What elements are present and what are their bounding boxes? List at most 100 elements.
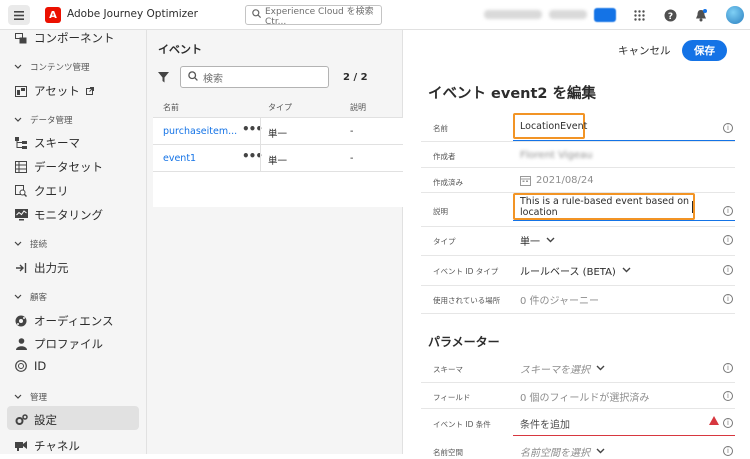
sidebar-item-settings[interactable]: 設定: [14, 412, 57, 428]
sidebar-section-customer[interactable]: 顧客: [14, 291, 47, 303]
info-icon[interactable]: i: [723, 446, 733, 456]
event-id-type-dropdown[interactable]: ルールベース (BETA): [520, 263, 631, 278]
events-search-input[interactable]: 検索: [180, 66, 329, 88]
type-label: タイプ: [433, 237, 456, 246]
event-type: 単一: [268, 156, 288, 167]
column-header-type[interactable]: タイプ: [268, 102, 292, 113]
cancel-button[interactable]: キャンセル: [618, 43, 671, 58]
global-search-placeholder: Experience Cloud を検索 Ctr...: [265, 6, 374, 27]
more-actions-icon[interactable]: •••: [242, 122, 263, 136]
schema-label: スキーマ: [433, 365, 463, 374]
text-cursor: [692, 200, 693, 213]
chevron-down-icon: [14, 62, 22, 72]
sidebar-item-datasets[interactable]: データセット: [14, 159, 103, 175]
sidebar-item-label: チャネル: [34, 439, 80, 453]
schema-dropdown[interactable]: スキーマを選択: [520, 361, 605, 376]
search-icon: [188, 70, 198, 84]
namespace-value: 名前空間を選択: [520, 448, 590, 459]
field-label: フィールド: [433, 393, 471, 402]
more-actions-icon[interactable]: •••: [242, 149, 263, 163]
namespace-dropdown[interactable]: 名前空間を選択: [520, 444, 605, 459]
add-condition-field[interactable]: 条件を追加: [520, 416, 570, 431]
help-icon[interactable]: ?: [663, 8, 677, 22]
save-button[interactable]: 保存: [682, 40, 727, 61]
author-value: Florent Vigeau: [520, 150, 593, 161]
notification-bell-icon[interactable]: [694, 8, 708, 22]
event-id-condition-label: イベント ID 条件: [433, 420, 491, 429]
info-icon[interactable]: i: [723, 265, 733, 275]
info-icon[interactable]: i: [723, 363, 733, 373]
events-count: 2 / 2: [343, 72, 368, 83]
sandbox-name-blurred[interactable]: [549, 10, 587, 19]
sidebar-item-label: オーディエンス: [34, 314, 114, 328]
sidebar-item-label: ID: [34, 359, 47, 373]
menu-icon[interactable]: [8, 5, 30, 25]
author-label: 作成者: [433, 152, 456, 161]
type-dropdown[interactable]: 単一: [520, 233, 555, 248]
environment-badge: [594, 8, 616, 22]
divider: [421, 382, 735, 383]
parameters-title: パラメーター: [428, 335, 500, 349]
sidebar-item-audiences[interactable]: オーディエンス: [14, 313, 113, 329]
chevron-down-icon: [596, 363, 605, 374]
dataset-icon: [14, 160, 28, 174]
sidebar-section-content[interactable]: コンテンツ管理: [14, 61, 90, 73]
name-field[interactable]: LocationEvent: [513, 113, 587, 139]
components-icon: [14, 31, 28, 45]
sidebar-item-monitoring[interactable]: モニタリング: [14, 207, 103, 223]
sidebar-item-schema[interactable]: スキーマ: [14, 135, 80, 151]
chevron-down-icon: [14, 115, 22, 125]
sidebar-item-identities[interactable]: ID: [14, 359, 46, 373]
channel-icon: [14, 439, 28, 453]
divider: [421, 313, 735, 314]
sidebar-item-profiles[interactable]: プロファイル: [14, 336, 103, 352]
chevron-down-icon: [596, 446, 605, 457]
table-row[interactable]: event1 ••• 単一 -: [153, 145, 403, 172]
app-title: Adobe Journey Optimizer: [67, 8, 198, 20]
event-editor-panel: キャンセル 保存 イベント event2 を編集 名前 LocationEven…: [403, 30, 750, 459]
info-icon[interactable]: i: [723, 391, 733, 401]
chevron-down-icon: [14, 292, 22, 302]
column-divider: [260, 118, 261, 145]
chevron-down-icon: [14, 239, 22, 249]
org-name-blurred[interactable]: [484, 10, 542, 19]
global-search-input[interactable]: Experience Cloud を検索 Ctr...: [245, 5, 382, 27]
sidebar-item-label: コンポーネント: [34, 31, 115, 45]
sidebar-item-components[interactable]: コンポーネント: [14, 30, 115, 46]
sidebar-item-queries[interactable]: クエリ: [14, 183, 69, 199]
sidebar-item-label: データセット: [34, 160, 103, 174]
sidebar-section-data[interactable]: データ管理: [14, 114, 73, 126]
sidebar-item-sources[interactable]: 出力元: [14, 260, 69, 276]
apps-grid-icon[interactable]: [632, 8, 646, 22]
divider: [421, 285, 735, 286]
column-header-description[interactable]: 説明: [350, 102, 366, 113]
sidebar-section-connections[interactable]: 接続: [14, 238, 47, 250]
event-id-type-value: ルールベース (BETA): [520, 267, 616, 278]
external-link-icon: [85, 84, 94, 98]
info-icon[interactable]: i: [723, 123, 733, 133]
namespace-label: 名前空間: [433, 448, 463, 457]
info-icon[interactable]: i: [723, 418, 733, 428]
event-name-link[interactable]: event1: [163, 153, 196, 164]
event-name-link[interactable]: purchaseitem...: [163, 126, 237, 137]
info-icon[interactable]: i: [723, 206, 733, 216]
info-icon[interactable]: i: [723, 294, 733, 304]
monitoring-icon: [14, 208, 28, 222]
sidebar-item-label: プロファイル: [34, 337, 103, 351]
sidebar-section-admin[interactable]: 管理: [14, 391, 47, 403]
event-description: -: [350, 126, 354, 137]
description-label: 説明: [433, 207, 448, 216]
search-icon: [252, 9, 262, 21]
table-row[interactable]: purchaseitem... ••• 単一 -: [153, 118, 403, 145]
description-field[interactable]: This is a rule-based event based on loca…: [513, 193, 695, 220]
filter-icon[interactable]: [158, 72, 169, 86]
field-value[interactable]: 0 個のフィールドが選択済み: [520, 389, 649, 404]
alert-icon: [709, 416, 719, 425]
info-icon[interactable]: i: [723, 235, 733, 245]
user-avatar[interactable]: [726, 6, 744, 24]
column-header-name[interactable]: 名前: [163, 102, 179, 113]
events-search-placeholder: 検索: [203, 73, 223, 85]
sidebar-item-assets[interactable]: アセット: [14, 83, 94, 99]
sidebar-item-channels[interactable]: チャネル: [14, 438, 80, 454]
divider: [421, 141, 735, 142]
